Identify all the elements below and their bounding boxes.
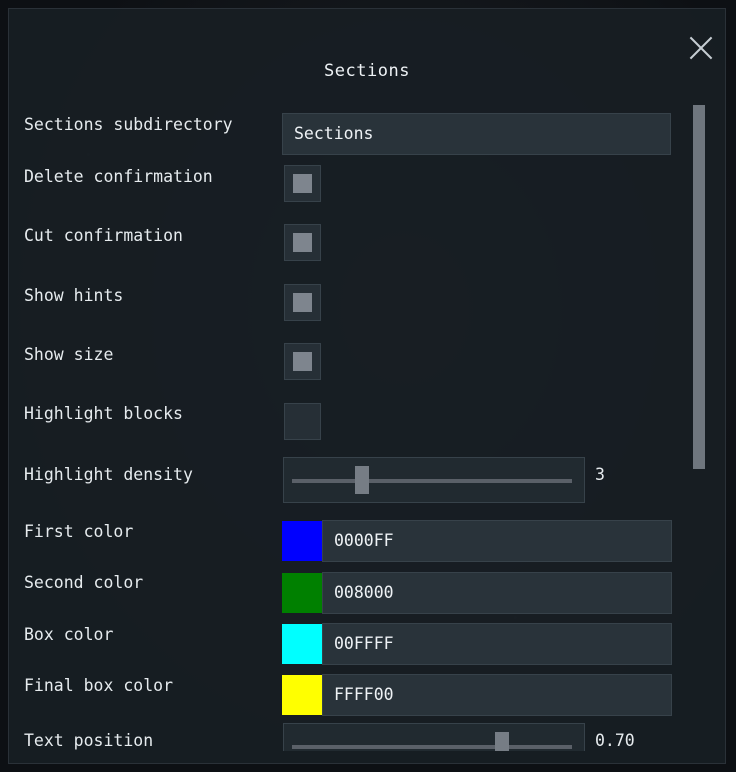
- first-color-swatch[interactable]: [282, 521, 322, 561]
- second-color-input[interactable]: 008000: [322, 572, 672, 614]
- first-color-input[interactable]: 0000FF: [322, 520, 672, 562]
- close-icon[interactable]: [688, 35, 714, 61]
- checkbox-mark: [293, 174, 312, 193]
- cut-confirmation-label: Cut confirmation: [24, 226, 183, 245]
- delete-confirmation-label: Delete confirmation: [24, 167, 213, 186]
- highlight-blocks-label: Highlight blocks: [24, 404, 183, 423]
- show-hints-checkbox[interactable]: [284, 284, 321, 321]
- subdirectory-input[interactable]: Sections: [282, 113, 671, 155]
- cut-confirmation-checkbox[interactable]: [284, 224, 321, 261]
- final-box-color-input[interactable]: FFFF00: [322, 674, 672, 716]
- settings-dialog: Sections Sections subdirectory Sections …: [8, 8, 726, 764]
- subdirectory-label: Sections subdirectory: [24, 115, 233, 134]
- scrollbar-thumb[interactable]: [693, 105, 705, 469]
- second-color-label: Second color: [24, 573, 144, 592]
- text-position-label: Text position: [24, 731, 154, 750]
- text-position-value: 0.70: [595, 731, 635, 750]
- delete-confirmation-checkbox[interactable]: [284, 165, 321, 202]
- text-position-slider[interactable]: [283, 723, 585, 751]
- first-color-label: First color: [24, 522, 134, 541]
- box-color-input[interactable]: 00FFFF: [322, 623, 672, 665]
- box-color-label: Box color: [24, 625, 114, 644]
- slider-track: [292, 479, 572, 483]
- highlight-density-slider[interactable]: [283, 457, 585, 503]
- final-box-color-swatch[interactable]: [282, 675, 322, 715]
- checkbox-mark: [293, 233, 312, 252]
- box-color-swatch[interactable]: [282, 624, 322, 664]
- settings-list[interactable]: Sections subdirectory Sections Delete co…: [9, 97, 685, 751]
- second-color-swatch[interactable]: [282, 573, 322, 613]
- show-size-checkbox[interactable]: [284, 343, 321, 380]
- show-size-label: Show size: [24, 345, 114, 364]
- checkbox-mark: [293, 352, 312, 371]
- final-box-color-label: Final box color: [24, 676, 174, 695]
- checkbox-mark: [293, 293, 312, 312]
- slider-thumb[interactable]: [355, 466, 369, 494]
- highlight-density-value: 3: [595, 465, 605, 484]
- dialog-title: Sections: [324, 61, 410, 81]
- highlight-blocks-checkbox[interactable]: [284, 403, 321, 440]
- slider-track: [292, 745, 572, 749]
- highlight-density-label: Highlight density: [24, 465, 193, 484]
- show-hints-label: Show hints: [24, 286, 124, 305]
- slider-thumb[interactable]: [495, 732, 509, 751]
